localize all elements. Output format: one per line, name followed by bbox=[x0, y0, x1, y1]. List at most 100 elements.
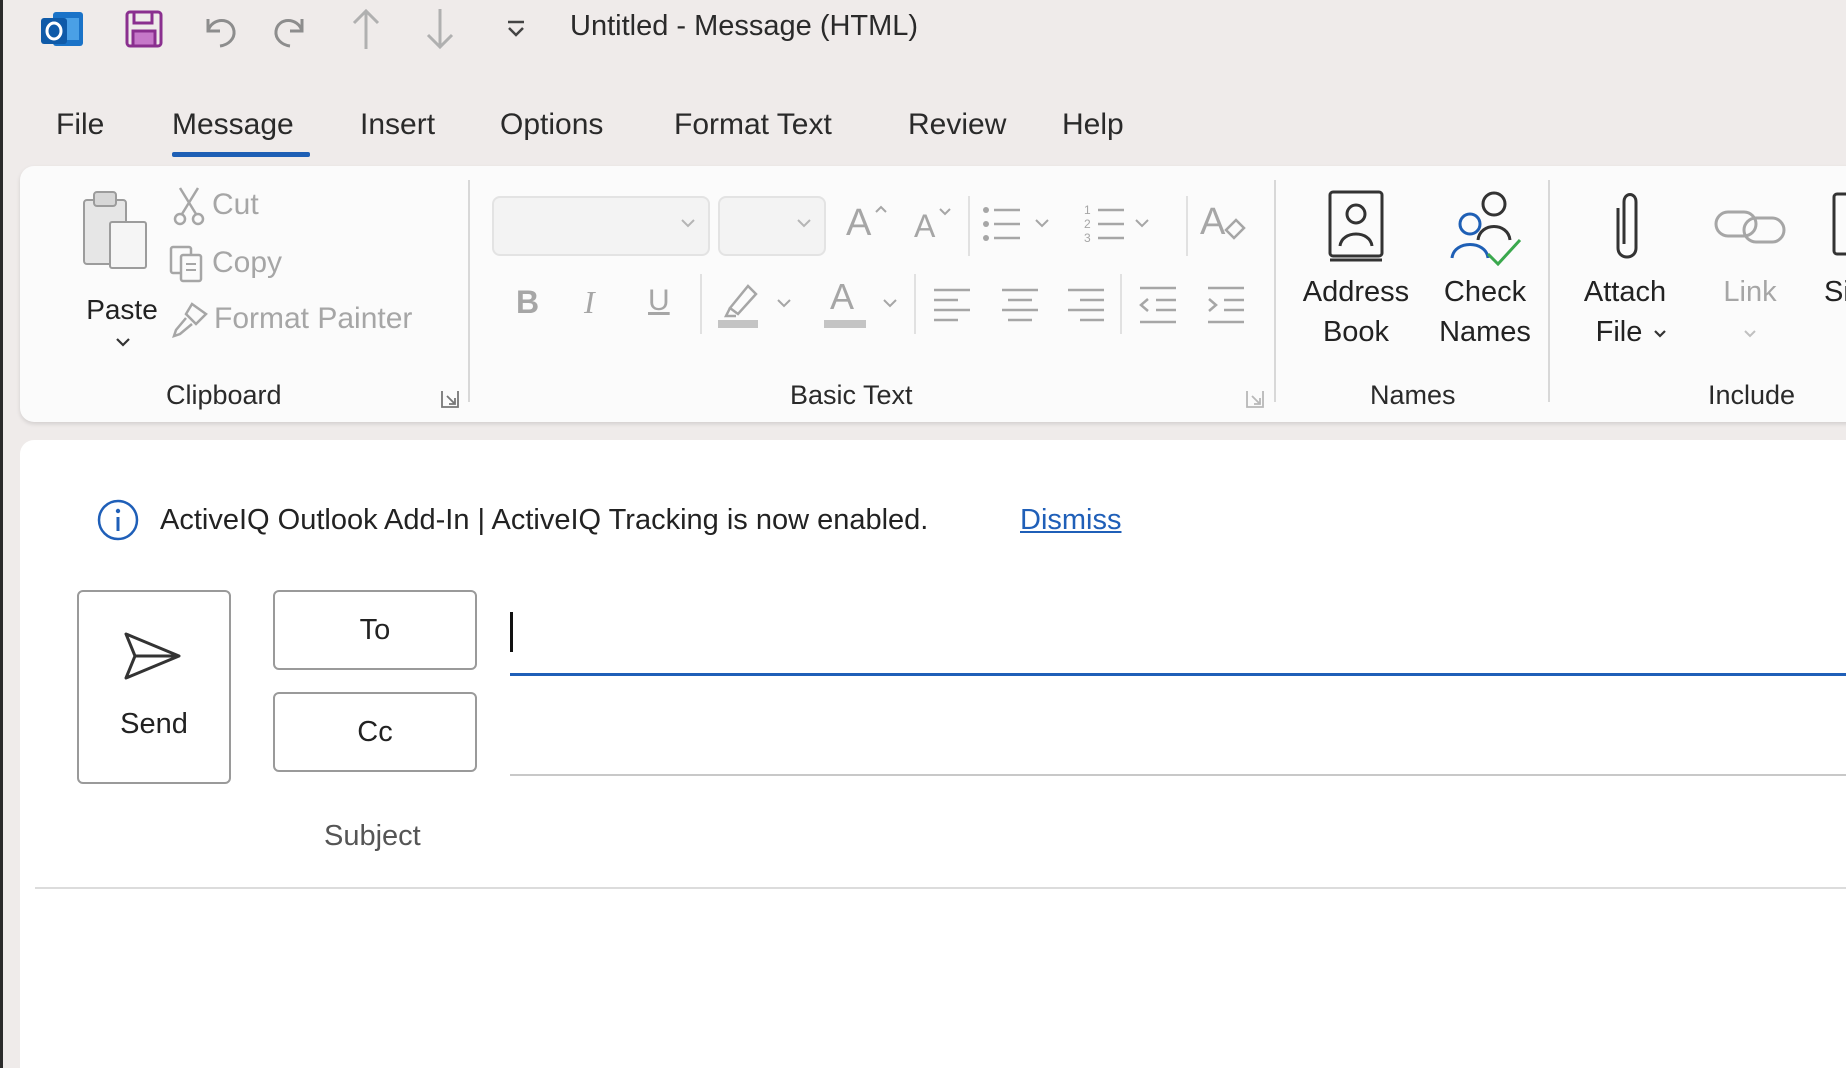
ribbon-separator bbox=[914, 274, 916, 334]
title-bar: Untitled - Message (HTML) bbox=[0, 0, 1846, 58]
chevron-down-icon bbox=[1744, 330, 1756, 338]
send-icon bbox=[124, 632, 181, 680]
cut-label: Cut bbox=[212, 188, 259, 221]
clear-formatting-button[interactable]: A bbox=[1198, 196, 1250, 248]
subject-field[interactable] bbox=[510, 800, 1846, 880]
dismiss-link[interactable]: Dismiss bbox=[1020, 504, 1122, 537]
grow-font-glyph: A bbox=[846, 202, 872, 244]
save-icon[interactable] bbox=[118, 4, 170, 54]
highlight-button[interactable] bbox=[714, 276, 804, 332]
next-item-icon[interactable] bbox=[414, 4, 466, 54]
send-button[interactable]: Send bbox=[77, 590, 231, 784]
customize-toolbar-icon[interactable] bbox=[490, 4, 542, 54]
ribbon-separator bbox=[968, 196, 970, 256]
highlighter-icon bbox=[718, 284, 791, 328]
to-button[interactable]: To bbox=[273, 590, 477, 670]
paperclip-icon bbox=[1616, 193, 1638, 259]
numbered-list-icon: 1 2 3 bbox=[1084, 203, 1149, 245]
window-edge bbox=[0, 0, 3, 1068]
undo-icon[interactable] bbox=[192, 4, 244, 54]
outlook-app-icon[interactable] bbox=[36, 4, 88, 54]
bold-glyph: B bbox=[516, 284, 540, 320]
bold-button[interactable]: B bbox=[508, 278, 552, 328]
basic-text-group-label: Basic Text bbox=[790, 380, 913, 410]
link-icon bbox=[1714, 210, 1786, 244]
svg-text:A: A bbox=[1200, 201, 1226, 243]
to-field[interactable] bbox=[510, 590, 1846, 676]
copy-label: Copy bbox=[212, 246, 283, 279]
clipboard-group-label: Clipboard bbox=[166, 380, 282, 410]
compose-pane: ActiveIQ Outlook Add-In | ActiveIQ Track… bbox=[20, 440, 1846, 1068]
tab-insert[interactable]: Insert bbox=[360, 108, 435, 142]
tab-help[interactable]: Help bbox=[1062, 108, 1124, 142]
attach-file-button[interactable]: Attach File bbox=[1570, 186, 1680, 356]
redo-icon[interactable] bbox=[266, 4, 318, 54]
address-book-label-line2: Book bbox=[1322, 316, 1390, 348]
cc-button[interactable]: Cc bbox=[273, 692, 477, 772]
attach-file-label-line2: File bbox=[1595, 316, 1643, 348]
tab-message[interactable]: Message bbox=[172, 108, 294, 142]
ribbon-tabs: File Message Insert Options Format Text … bbox=[0, 100, 1846, 157]
cut-button[interactable]: Cut bbox=[172, 186, 452, 230]
increase-indent-button[interactable] bbox=[1204, 282, 1248, 326]
shrink-font-glyph: A bbox=[914, 208, 936, 244]
underline-glyph: U bbox=[648, 284, 670, 317]
paste-button[interactable]: Paste bbox=[72, 186, 162, 347]
ribbon-separator bbox=[1548, 180, 1550, 402]
address-book-label-line1: Address bbox=[1302, 276, 1410, 308]
font-name-combo[interactable] bbox=[492, 196, 710, 256]
clear-formatting-icon: A bbox=[1200, 201, 1246, 243]
bullet-list-icon bbox=[983, 207, 1049, 241]
tab-file[interactable]: File bbox=[56, 108, 104, 142]
check-names-icon bbox=[1450, 191, 1522, 266]
basic-text-launcher-icon[interactable] bbox=[1244, 388, 1266, 410]
chevron-down-icon bbox=[681, 219, 695, 228]
previous-item-icon[interactable] bbox=[340, 4, 392, 54]
bullets-button[interactable] bbox=[980, 200, 1060, 250]
italic-button[interactable]: I bbox=[574, 278, 618, 328]
text-caret bbox=[510, 612, 513, 652]
shrink-caret-icon bbox=[939, 208, 951, 216]
align-left-icon bbox=[934, 288, 970, 322]
grow-font-button[interactable]: A bbox=[842, 198, 892, 248]
svg-text:2: 2 bbox=[1084, 217, 1091, 231]
link-button[interactable]: Link bbox=[1700, 186, 1800, 356]
link-label: Link bbox=[1723, 276, 1777, 308]
info-icon bbox=[97, 499, 139, 541]
clipboard-launcher-icon[interactable] bbox=[439, 388, 461, 410]
format-painter-button[interactable]: Format Painter bbox=[170, 300, 470, 344]
chevron-down-icon bbox=[1654, 330, 1666, 338]
ribbon-separator bbox=[700, 274, 702, 334]
grow-caret-icon bbox=[875, 205, 887, 213]
paste-label: Paste bbox=[86, 294, 158, 325]
message-body[interactable] bbox=[35, 892, 1846, 1068]
numbering-button[interactable]: 1 2 3 bbox=[1084, 200, 1164, 250]
cc-field[interactable] bbox=[510, 686, 1846, 776]
info-bar: ActiveIQ Outlook Add-In | ActiveIQ Track… bbox=[76, 498, 1576, 548]
align-left-button[interactable] bbox=[930, 282, 974, 326]
align-center-button[interactable] bbox=[998, 282, 1042, 326]
check-names-button[interactable]: Check Names bbox=[1430, 186, 1540, 356]
check-names-label-line1: Check bbox=[1443, 276, 1527, 308]
include-group-label: Include bbox=[1708, 380, 1796, 410]
align-right-button[interactable] bbox=[1064, 282, 1108, 326]
tab-review[interactable]: Review bbox=[908, 108, 1006, 142]
attach-file-label-line1: Attach bbox=[1583, 276, 1667, 308]
decrease-indent-button[interactable] bbox=[1136, 282, 1180, 326]
font-color-button[interactable]: A bbox=[820, 276, 910, 332]
address-book-button[interactable]: Address Book bbox=[1296, 186, 1416, 356]
increase-indent-icon bbox=[1208, 286, 1244, 324]
shrink-font-button[interactable]: A bbox=[910, 198, 960, 248]
info-bar-message: ActiveIQ Outlook Add-In | ActiveIQ Track… bbox=[160, 504, 929, 536]
underline-button[interactable]: U bbox=[640, 278, 684, 328]
tab-format-text[interactable]: Format Text bbox=[674, 108, 832, 142]
font-color-swatch-icon bbox=[824, 299, 897, 328]
paste-dropdown-icon bbox=[116, 338, 130, 347]
font-size-combo[interactable] bbox=[718, 196, 826, 256]
tab-options[interactable]: Options bbox=[500, 108, 603, 142]
decrease-indent-icon bbox=[1139, 286, 1176, 324]
copy-button[interactable]: Copy bbox=[168, 244, 448, 288]
svg-text:1: 1 bbox=[1084, 203, 1091, 217]
signature-button[interactable]: Sig bbox=[1806, 186, 1846, 356]
format-painter-label: Format Painter bbox=[214, 302, 413, 335]
